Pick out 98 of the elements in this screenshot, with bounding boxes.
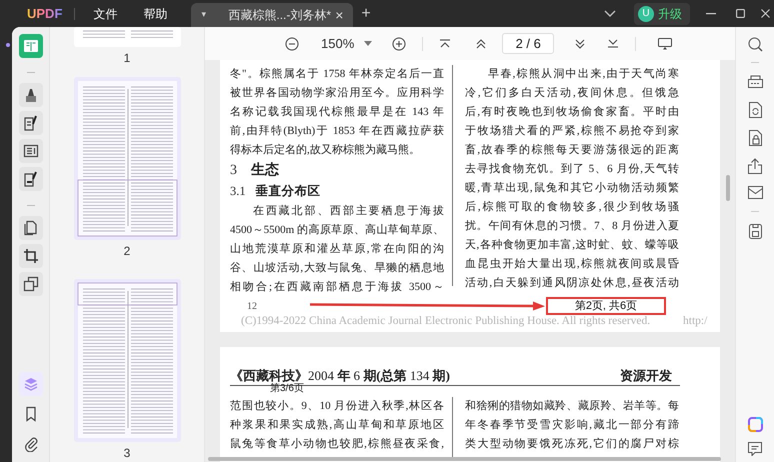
text-line: 于牧场猎犬看的严紧,棕熊不易抢夺到家	[465, 124, 679, 139]
crop-icon	[22, 248, 38, 264]
text-line: 相吻合;在西藏南部栖息于海拔 3500～	[230, 280, 444, 295]
compare-tool-button[interactable]	[18, 272, 42, 296]
text-line: 名称记载我国现代棕熊最早是在 143 年	[230, 105, 444, 120]
crop-tool-button[interactable]	[18, 244, 42, 268]
document-signature-icon	[22, 171, 38, 187]
text-line: 去寻找食物充饥。到了 5、6 月份,天气转	[465, 162, 679, 177]
form-tool-button[interactable]	[18, 139, 42, 163]
page-label: 1	[124, 50, 130, 67]
last-page-icon[interactable]	[607, 39, 620, 48]
previous-page-icon[interactable]	[475, 38, 488, 48]
text-line: 后,棕熊可取的食物较多,很少到牧场骚	[465, 200, 679, 215]
avatar: U	[638, 6, 654, 22]
scrollbar-thumb[interactable]	[726, 175, 730, 201]
book-icon	[22, 38, 38, 54]
document-list-icon	[22, 143, 38, 159]
text-line: 被世界各国动物学家沿用至今。应用科学	[230, 86, 444, 101]
save-icon[interactable]	[748, 224, 762, 239]
section-title: 资源开发	[620, 366, 672, 384]
caret-icon[interactable]	[364, 41, 372, 46]
annotation-text: 第2页, 共6页	[574, 299, 638, 313]
thumbnails-tool-button[interactable]	[18, 372, 42, 396]
text-line: 暖,青草出现,鼠兔和其它小动物活动频繁	[465, 180, 679, 196]
chevron-down-icon[interactable]	[604, 10, 616, 18]
zoom-out-icon[interactable]	[285, 36, 299, 50]
text-line: 前,由拜特(Blyth)于 1853 年在西藏拉萨获	[230, 124, 444, 139]
overlapping-squares-icon	[22, 276, 38, 292]
text-line: 类大型动物要饿死冻死,它们的腐尸对棕	[465, 436, 679, 452]
text-line: 在西藏北部、西部主要栖息于海拔	[252, 204, 444, 219]
edit-tool-button[interactable]	[18, 111, 42, 135]
text-line: 后,有时夜晚也到牧场偷食家畜。平时由	[465, 104, 679, 120]
text-line: 得标本后定名的,故又称棕熊为藏马熊。	[230, 142, 421, 158]
feedback-icon[interactable]	[748, 442, 762, 456]
text-line: 血昆虫开始大量出现,棕熊就夜间或晨昏	[465, 256, 679, 272]
text-line: 鼠兔等食草小动物也较肥,棕熊昼夜采食,	[230, 436, 444, 452]
page-label: 第3/6页	[270, 382, 304, 396]
text-line: 谷、山坡活动,大致与鼠兔、旱獭的栖息地	[230, 261, 444, 276]
page-label: 2	[124, 243, 130, 260]
text-line: 冷,它们多白天活动,夜间休息。但饿急	[465, 86, 679, 101]
menu-item[interactable]: 文件	[93, 4, 118, 22]
text-line: 和猞猁的猎物如藏羚、藏原羚、岩羊等。每	[465, 398, 679, 414]
zoom-level[interactable]: 150%	[321, 34, 354, 54]
text-line: 范围也较小。9、10 月份进入秋季,林区各	[230, 399, 444, 414]
document-tab[interactable]: ▾ 西藏棕熊...-刘务林* ×	[191, 3, 354, 27]
section-number: 3	[230, 162, 237, 180]
next-page-icon[interactable]	[574, 38, 586, 48]
document-pen-icon	[22, 115, 38, 131]
text-line: 扰。午间有休息的习惯。7、8 月份进入夏	[465, 219, 679, 234]
text-line: 山地荒漠草原和灌丛草原,常在向阳的沟	[230, 242, 444, 257]
sign-tool-button[interactable]	[18, 167, 42, 191]
section-number: 3.1	[230, 183, 246, 200]
document-convert-icon[interactable]	[748, 102, 762, 118]
annotation-arrow[interactable]	[310, 302, 545, 310]
pages-icon	[22, 220, 38, 236]
page-label: 3	[124, 445, 130, 462]
page-thumbnail[interactable]	[74, 27, 180, 47]
zoom-in-icon[interactable]	[392, 36, 406, 50]
page-number: 12	[247, 301, 257, 313]
menu-item[interactable]: 帮助	[143, 4, 168, 22]
text-line: 种浆果和果实成熟,高山草甸和草原地区	[230, 418, 444, 433]
copyright-footer: (C)1994-2022 China Academic Journal Electronic Publishing House. All rights reserved.	[241, 315, 650, 328]
section-heading: 垂直分布区	[256, 183, 321, 200]
presentation-icon[interactable]	[658, 38, 672, 50]
text-line: 畜,故春季的棕熊每天要游荡很远的距离	[465, 142, 679, 158]
ai-assistant-icon[interactable]	[748, 417, 762, 432]
text-line: 冬"。棕熊属名于 1758 年林奈定名后一直	[230, 66, 444, 82]
section-heading: 生态	[251, 161, 279, 180]
first-page-icon[interactable]	[439, 39, 452, 48]
text-line: 早春,棕熊从洞中出来,由于天气尚寒	[487, 66, 679, 82]
text-line: 活动,白天躲到通风阴凉处休息,昼夜活动	[465, 276, 679, 291]
annotation-box[interactable]: 第2页, 共6页	[546, 297, 666, 315]
new-tab-button[interactable]: +	[361, 6, 371, 22]
text-line: 年冬春季节受雪灾影响,藏北一部分有蹄	[465, 418, 679, 433]
mail-icon[interactable]	[748, 186, 762, 199]
stack-icon	[22, 376, 38, 392]
close-icon[interactable]	[761, 9, 770, 18]
reader-tool-button[interactable]	[18, 34, 42, 58]
organize-tool-button[interactable]	[18, 216, 42, 240]
close-tab-icon[interactable]: ×	[335, 4, 344, 26]
ocr-icon[interactable]	[748, 75, 762, 88]
horizontal-scrollbar[interactable]	[208, 457, 721, 461]
text-line: 天,各种食物更加丰富,这时虻、蚊、蠓等吸	[465, 238, 679, 253]
page-thumbnail[interactable]	[74, 279, 180, 442]
share-icon[interactable]	[748, 158, 762, 174]
caret-icon[interactable]: ▾	[201, 8, 206, 22]
page-number-field[interactable]: 2 / 6	[502, 33, 554, 54]
text-line: 4500～5500m 的高原草原、高山草甸草原、	[230, 222, 444, 238]
minimize-icon[interactable]	[706, 12, 716, 14]
comment-tool-button[interactable]	[18, 83, 42, 107]
upgrade-button[interactable]: U 升级	[634, 2, 690, 24]
running-header: 《西藏科技》2004 年 6 期(总第 134 期)	[230, 366, 450, 383]
document-lock-icon[interactable]	[748, 130, 762, 146]
tab-title: 西藏棕熊...-刘务林*	[228, 7, 332, 24]
search-icon[interactable]	[748, 37, 762, 52]
page-thumbnail[interactable]	[74, 77, 180, 240]
paperclip-icon	[22, 436, 38, 452]
maximize-icon[interactable]	[736, 9, 745, 18]
